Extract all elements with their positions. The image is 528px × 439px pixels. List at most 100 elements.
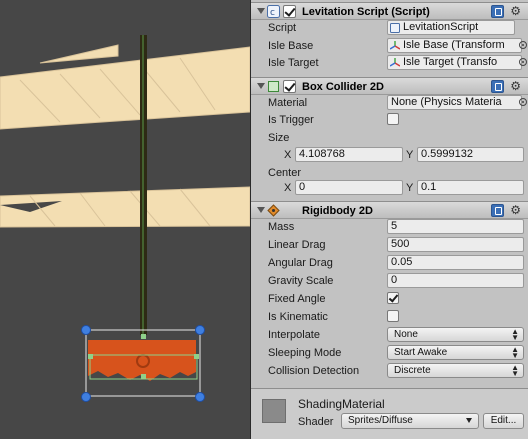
is-kinematic-checkbox[interactable] (387, 310, 399, 322)
foldout-arrow-icon[interactable] (257, 83, 265, 89)
box-collider-icon (267, 80, 280, 93)
material-row: Material None (Physics Materia (251, 94, 528, 112)
help-book-icon[interactable] (491, 80, 504, 93)
material-value: None (Physics Materia (391, 96, 502, 108)
is-kinematic-row: Is Kinematic (251, 308, 528, 326)
collision-detection-value: Discrete (394, 365, 431, 376)
shader-label: Shader (298, 416, 334, 428)
mass-input[interactable]: 5 (387, 219, 524, 234)
is-trigger-checkbox[interactable] (387, 113, 399, 125)
transform-icon (389, 41, 401, 51)
fixed-angle-label: Fixed Angle (268, 293, 326, 305)
component-title: Rigidbody 2D (302, 205, 373, 217)
size-label: Size (268, 132, 290, 144)
interpolate-dropdown[interactable]: None ▲ ▼ (387, 327, 524, 342)
size-y-label: Y (406, 149, 414, 161)
is-kinematic-label: Is Kinematic (268, 311, 328, 323)
isle-target-row: Isle Target Isle Target (Transfo (251, 54, 528, 72)
fixed-angle-checkbox[interactable] (387, 292, 399, 304)
script-icon: c (267, 5, 280, 18)
help-book-icon[interactable] (491, 5, 504, 18)
gravity-scale-row: Gravity Scale 0 (251, 272, 528, 290)
isle-target-label: Isle Target (268, 57, 319, 69)
center-y-input[interactable]: 0.1 (417, 180, 524, 195)
material-section: ShadingMaterial Shader Sprites/Diffuse E… (251, 388, 528, 439)
gear-icon[interactable]: ⚙ (510, 79, 521, 93)
gravity-scale-input[interactable]: 0 (387, 273, 524, 288)
center-x-input[interactable]: 0 (295, 180, 403, 195)
center-x-label: X (284, 182, 292, 194)
sleeping-mode-row: Sleeping Mode Start Awake ▲ ▼ (251, 344, 528, 362)
edit-shader-button[interactable]: Edit... (483, 413, 524, 429)
object-picker-icon[interactable] (519, 98, 527, 106)
script-label: Script (268, 22, 297, 34)
gravity-scale-label: Gravity Scale (268, 275, 334, 287)
svg-text:c: c (270, 8, 275, 18)
scene-canvas[interactable] (0, 0, 250, 439)
is-trigger-row: Is Trigger (251, 111, 528, 129)
chevron-down-icon (466, 418, 472, 423)
stepper-arrows-icon: ▲ ▼ (511, 327, 519, 342)
size-x-label: X (284, 149, 292, 161)
linear-drag-row: Linear Drag 500 (251, 236, 528, 254)
shader-dropdown[interactable]: Sprites/Diffuse (341, 413, 479, 429)
collision-detection-row: Collision Detection Discrete ▲ ▼ (251, 362, 528, 380)
collision-detection-dropdown[interactable]: Discrete ▲ ▼ (387, 363, 524, 378)
is-trigger-label: Is Trigger (268, 114, 314, 126)
center-y-label: Y (406, 182, 414, 194)
size-y-input[interactable]: 0.5999132 (417, 147, 524, 162)
linear-drag-label: Linear Drag (268, 239, 326, 251)
sleeping-mode-label: Sleeping Mode (268, 347, 342, 359)
stepper-arrows-icon: ▲ ▼ (511, 345, 519, 360)
angular-drag-input[interactable]: 0.05 (387, 255, 524, 270)
resize-handle-tl (81, 325, 91, 335)
script-field[interactable]: LevitationScript (387, 20, 515, 35)
resize-handle-bl (81, 392, 91, 402)
mass-label: Mass (268, 221, 295, 233)
angular-drag-label: Angular Drag (268, 257, 333, 269)
foldout-arrow-icon[interactable] (257, 8, 265, 14)
help-book-icon[interactable] (491, 204, 504, 217)
sleeping-mode-value: Start Awake (394, 347, 448, 358)
isle-base-field[interactable]: Isle Base (Transform (387, 38, 522, 53)
scene-view[interactable] (0, 0, 250, 439)
isle-base-row: Isle Base Isle Base (Transform (251, 37, 528, 55)
isle-target-field[interactable]: Isle Target (Transfo (387, 55, 522, 70)
center-values-row: X 0 Y 0.1 (251, 179, 528, 197)
fixed-angle-row: Fixed Angle (251, 290, 528, 308)
material-label: Material (268, 97, 308, 109)
component-title: Box Collider 2D (302, 81, 384, 93)
resize-handle-tr (195, 325, 205, 335)
material-name: ShadingMaterial (298, 397, 385, 411)
box-collider-enabled-checkbox[interactable] (283, 80, 296, 93)
angular-drag-row: Angular Drag 0.05 (251, 254, 528, 272)
upper-platform[interactable] (0, 44, 250, 130)
size-heading-row: Size (251, 129, 528, 147)
isle-base-value: Isle Base (Transform (403, 39, 505, 51)
interpolate-row: Interpolate None ▲ ▼ (251, 326, 528, 344)
isle-target-value: Isle Target (Transfo (403, 56, 498, 68)
mass-row: Mass 5 (251, 218, 528, 236)
gear-icon[interactable]: ⚙ (510, 203, 521, 217)
linear-drag-input[interactable]: 500 (387, 237, 524, 252)
object-picker-icon[interactable] (519, 58, 527, 66)
sleeping-mode-dropdown[interactable]: Start Awake ▲ ▼ (387, 345, 524, 360)
lower-platform[interactable] (0, 186, 250, 228)
levitation-script-enabled-checkbox[interactable] (283, 5, 296, 18)
rigidbody-header[interactable]: Rigidbody 2D ⚙ (251, 201, 528, 219)
foldout-arrow-icon[interactable] (257, 207, 265, 213)
material-preview-swatch[interactable] (262, 399, 286, 423)
levitation-script-header[interactable]: c Levitation Script (Script) ⚙ (251, 2, 528, 20)
shader-value: Sprites/Diffuse (348, 415, 413, 426)
interpolate-value: None (394, 329, 418, 340)
physics-material-field[interactable]: None (Physics Materia (387, 95, 522, 110)
component-title: Levitation Script (Script) (302, 6, 430, 18)
isle-base-label: Isle Base (268, 40, 314, 52)
gear-icon[interactable]: ⚙ (510, 4, 521, 18)
rigidbody-icon (267, 204, 280, 217)
object-picker-icon[interactable] (519, 41, 527, 49)
box-collider-header[interactable]: Box Collider 2D ⚙ (251, 77, 528, 95)
size-x-input[interactable]: 4.108768 (295, 147, 403, 162)
resize-handle-br (195, 392, 205, 402)
collision-detection-label: Collision Detection (268, 365, 360, 377)
